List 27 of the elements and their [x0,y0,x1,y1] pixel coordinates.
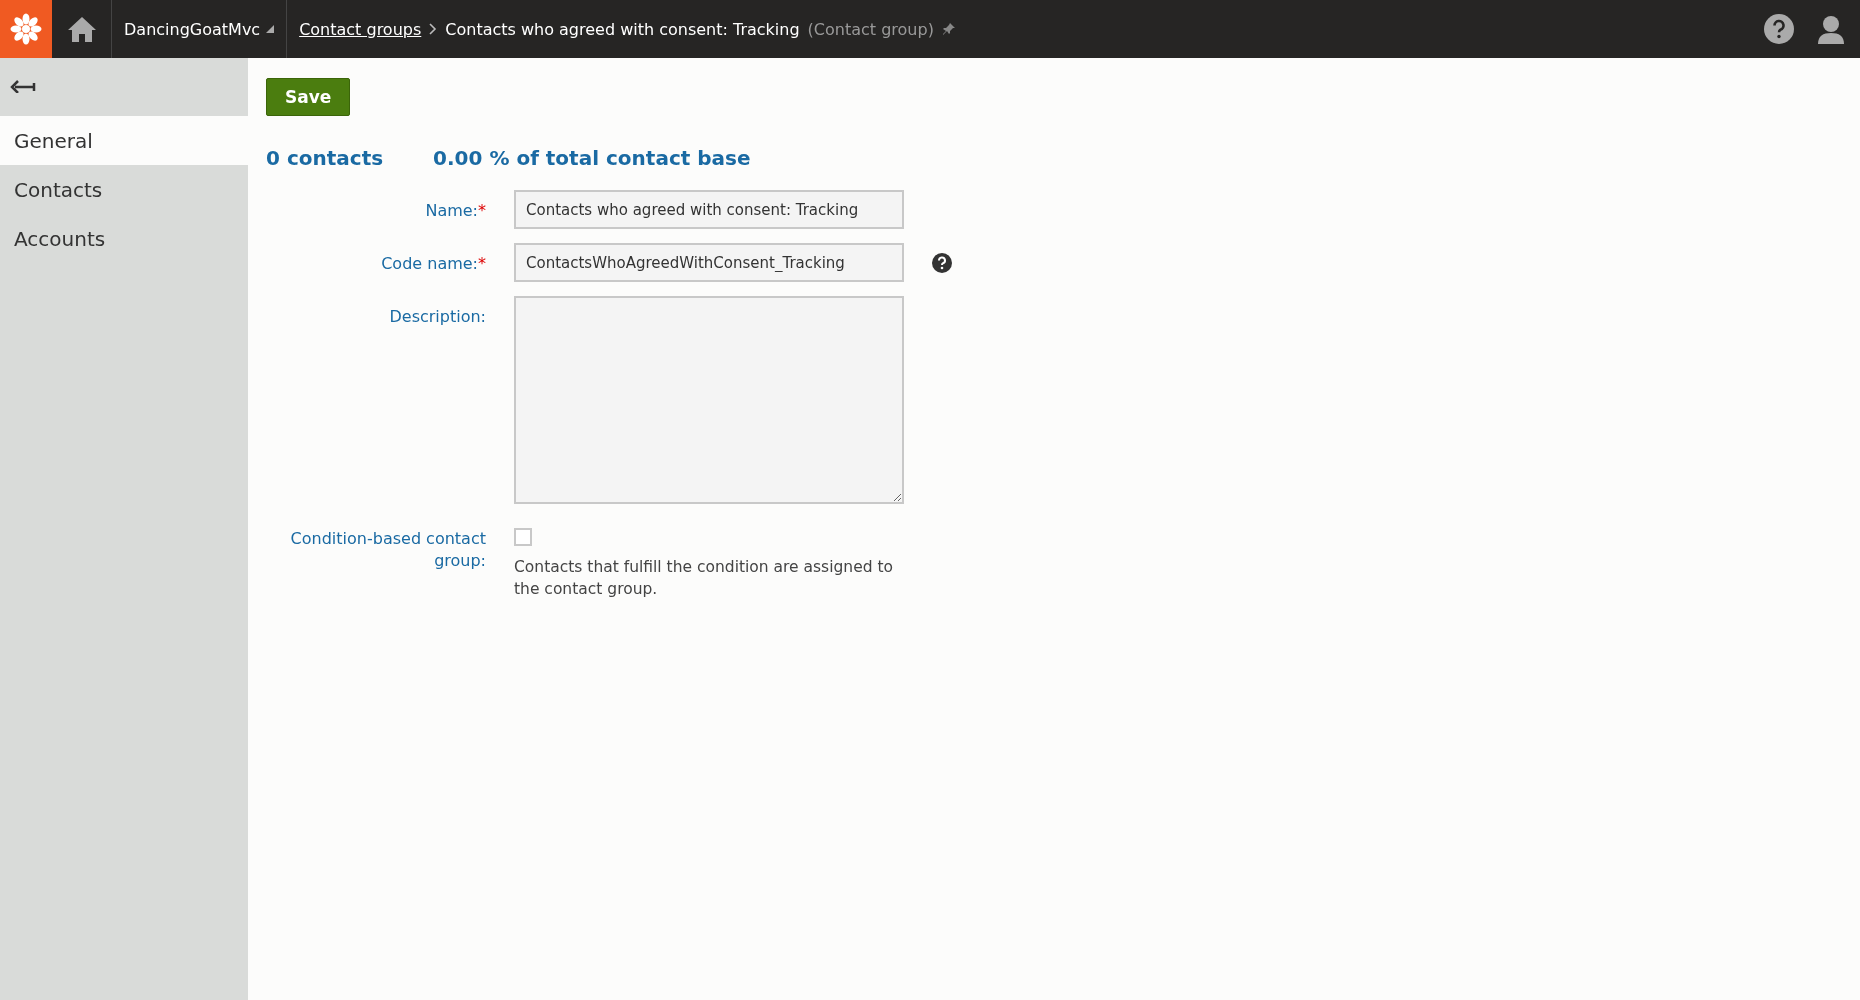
field-label: Description: [388,306,486,328]
checkbox[interactable] [514,528,532,546]
help-icon[interactable] [1764,14,1794,44]
text-field[interactable]: ContactsWhoAgreedWithConsent_Tracking [514,243,904,282]
field-label: Code name:* [380,253,486,275]
chevron-icon [429,23,438,35]
object-type: (Contact group) [807,19,934,39]
user-icon[interactable] [1816,14,1846,44]
help-icon[interactable] [932,253,952,273]
description-field[interactable] [514,296,904,504]
caret-icon [266,25,275,33]
field-label: Condition-based contact group: [289,528,486,573]
contact-share: 0.00 % of total contact base [433,146,751,170]
breadcrumb-link[interactable]: Contact groups [299,19,422,39]
contact-count: 0 contacts [266,146,384,170]
home-icon [66,15,97,43]
save-button[interactable]: Save [266,78,351,116]
back-arrow-icon [10,78,36,93]
text-field[interactable]: Contacts who agreed with consent: Tracking [514,190,904,229]
sidebar-item[interactable]: General [0,116,248,165]
sidebar-item[interactable]: Accounts [0,214,248,263]
page-title: Contacts who agreed with consent: Tracking [445,19,800,39]
logo-icon[interactable] [0,0,52,58]
pin-icon[interactable] [941,22,956,36]
sidebar-item[interactable]: Contacts [0,165,248,214]
field-label: Name:* [424,200,486,222]
hint-text: Contacts that fulfill the condition are assigned to the contact group. [514,557,895,601]
